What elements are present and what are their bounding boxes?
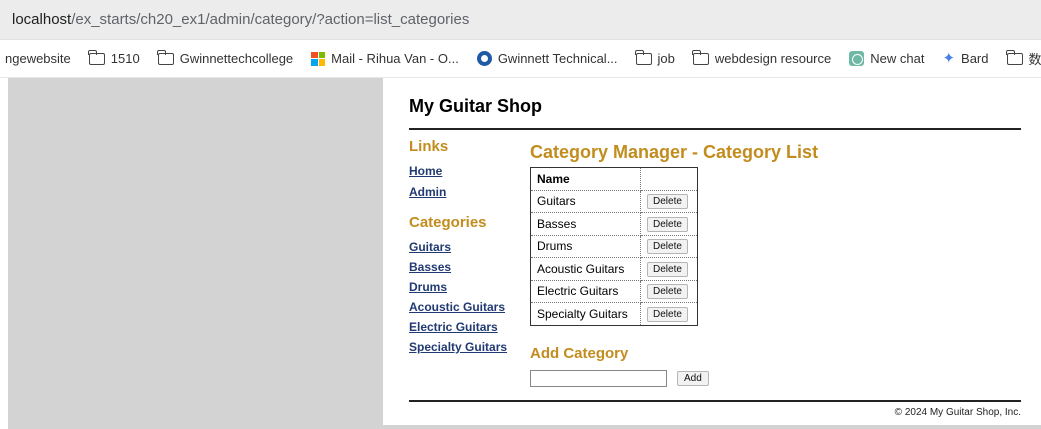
bookmark-label: ngewebsite <box>5 51 71 66</box>
bookmark-folder[interactable]: job <box>634 49 675 66</box>
category-name: Drums <box>530 234 641 258</box>
bookmark-label: Mail - Rihua Van - O... <box>331 51 459 66</box>
row-action-cell: Delete <box>640 279 698 303</box>
folder-icon <box>692 49 709 65</box>
row-action-cell: Delete <box>640 234 698 258</box>
footer-copyright: © 2024 My Guitar Shop, Inc. <box>894 407 1021 418</box>
bookmark-folder[interactable]: 1510 <box>88 49 140 66</box>
category-name-input[interactable] <box>530 370 667 387</box>
category-name: Acoustic Guitars <box>530 257 641 281</box>
main-content: Category Manager - Category List Name Gu… <box>530 142 1020 387</box>
row-action-cell: Delete <box>640 212 698 236</box>
category-name: Basses <box>530 212 641 236</box>
table-row: Specialty Guitars Delete <box>530 302 698 326</box>
links-heading: Links <box>409 138 449 155</box>
sidebar-category-drums[interactable]: Drums <box>409 277 529 297</box>
delete-button[interactable]: Delete <box>647 239 688 255</box>
bookmark-item[interactable]: ✦ Bard <box>942 51 988 66</box>
add-button[interactable]: Add <box>677 371 709 386</box>
row-action-cell: Delete <box>640 302 698 326</box>
sidebar-link-admin[interactable]: Admin <box>409 182 529 203</box>
chatgpt-icon <box>849 51 865 66</box>
folder-icon <box>88 49 105 65</box>
sidebar-category-guitars[interactable]: Guitars <box>409 237 529 257</box>
bookmark-label: 数字产品 <box>1028 52 1041 67</box>
microsoft-icon <box>311 51 326 66</box>
column-header-name: Name <box>530 167 641 191</box>
gwinnett-icon <box>476 51 492 66</box>
categories-heading: Categories <box>409 214 487 231</box>
category-name: Guitars <box>530 189 641 213</box>
address-path: /ex_starts/ch20_ex1/admin/category/?acti… <box>71 11 470 28</box>
table-row: Guitars Delete <box>530 189 698 213</box>
table-row: Acoustic Guitars Delete <box>530 257 698 281</box>
row-action-cell: Delete <box>640 257 698 281</box>
bookmark-item[interactable]: Mail - Rihua Van - O... <box>311 51 459 66</box>
bookmark-item[interactable]: ngewebsite <box>5 51 71 66</box>
bookmark-folder[interactable]: Gwinnettechcollege <box>157 49 294 66</box>
sidebar-link-home[interactable]: Home <box>409 161 529 182</box>
table-header-row: Name <box>530 167 698 191</box>
folder-icon <box>634 49 652 65</box>
bookmark-label: Gwinnett Technical... <box>497 51 618 66</box>
bookmark-label: New chat <box>870 51 925 66</box>
address-bar[interactable]: localhost/ex_starts/ch20_ex1/admin/categ… <box>0 0 1041 40</box>
bookmarks-bar: ngewebsite 1510 Gwinnettechcollege Mail … <box>0 40 1041 78</box>
page-margin <box>8 78 383 429</box>
sidebar-category-basses[interactable]: Basses <box>409 257 529 277</box>
page-body: My Guitar Shop Links Home Admin Categori… <box>383 78 1041 425</box>
address-host: localhost <box>12 11 72 28</box>
bookmark-folder[interactable]: webdesign resource <box>692 49 832 66</box>
column-header-action <box>640 167 698 191</box>
page-heading: Category Manager - Category List <box>530 142 819 162</box>
page-margin-bottom <box>383 425 1041 429</box>
bookmark-label: Bard <box>961 51 989 66</box>
sidebar: Links Home Admin Categories Guitars Bass… <box>409 138 529 357</box>
table-row: Basses Delete <box>530 212 698 236</box>
sidebar-category-acoustic-guitars[interactable]: Acoustic Guitars <box>409 297 529 317</box>
add-category-form: Add <box>530 370 709 387</box>
delete-button[interactable]: Delete <box>647 284 688 300</box>
category-name: Specialty Guitars <box>530 302 641 326</box>
row-action-cell: Delete <box>640 189 698 213</box>
delete-button[interactable]: Delete <box>647 306 688 322</box>
sidebar-category-electric-guitars[interactable]: Electric Guitars <box>409 317 529 337</box>
bookmark-label: Gwinnettechcollege <box>179 51 294 66</box>
header-divider <box>409 128 1021 130</box>
table-row: Drums Delete <box>530 234 698 258</box>
delete-button[interactable]: Delete <box>647 261 688 277</box>
category-table: Name Guitars Delete Basses Delete Drums … <box>530 167 698 326</box>
table-row: Electric Guitars Delete <box>530 279 698 303</box>
folder-icon <box>157 49 174 65</box>
folder-icon <box>1005 49 1023 65</box>
add-category-heading: Add Category <box>530 345 629 362</box>
bookmark-label: webdesign resource <box>714 51 832 66</box>
sidebar-category-specialty-guitars[interactable]: Specialty Guitars <box>409 337 529 357</box>
delete-button[interactable]: Delete <box>647 216 688 232</box>
bookmark-folder[interactable]: 数字产品 <box>1005 49 1041 68</box>
bookmark-item[interactable]: Gwinnett Technical... <box>476 51 618 66</box>
bard-icon: ✦ <box>942 50 956 67</box>
bookmark-label: job <box>657 51 675 66</box>
delete-button[interactable]: Delete <box>647 194 688 210</box>
site-title: My Guitar Shop <box>409 96 543 116</box>
bookmark-label: 1510 <box>110 51 140 66</box>
footer-divider <box>409 400 1021 402</box>
bookmark-item[interactable]: New chat <box>849 51 924 66</box>
category-name: Electric Guitars <box>530 279 641 303</box>
